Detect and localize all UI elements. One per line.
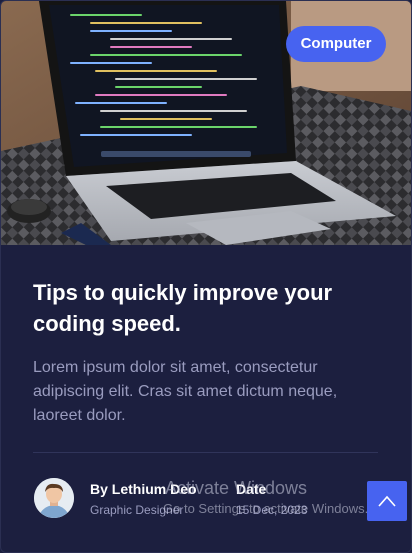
activation-watermark-subtitle: Go to Settings to activate Windows.: [163, 501, 369, 516]
divider: [33, 452, 378, 453]
chevron-up-icon: [378, 495, 396, 507]
avatar[interactable]: [34, 478, 74, 518]
post-title[interactable]: Tips to quickly improve your coding spee…: [33, 277, 383, 339]
blog-post-card[interactable]: Computer Tips to quickly improve your co…: [0, 0, 412, 553]
author-avatar-image: [34, 478, 74, 518]
post-image[interactable]: Computer: [1, 1, 411, 245]
activation-watermark-title: Activate Windows: [165, 478, 308, 498]
scroll-to-top-button[interactable]: [367, 481, 407, 521]
post-excerpt: Lorem ipsum dolor sit amet, consectetur …: [33, 359, 338, 424]
category-badge[interactable]: Computer: [286, 26, 386, 62]
